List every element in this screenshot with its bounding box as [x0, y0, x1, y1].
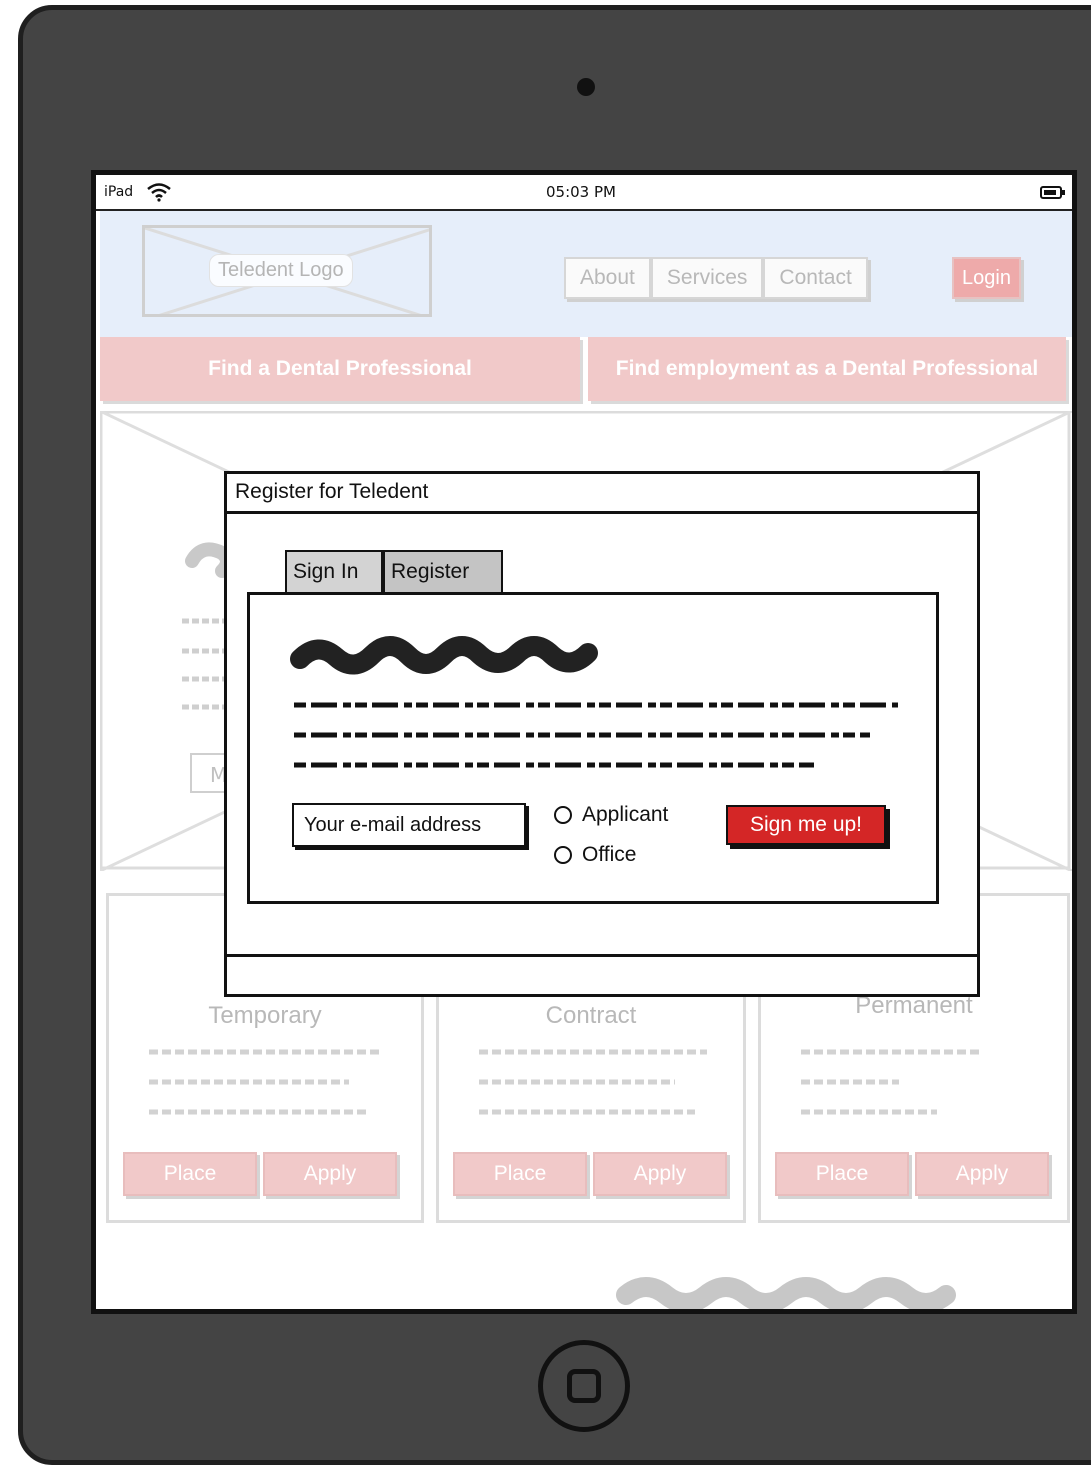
apply-button[interactable]: Apply	[915, 1152, 1049, 1196]
home-square-icon	[567, 1369, 601, 1403]
tab-sign-in-label: Sign In	[293, 560, 359, 583]
apply-button[interactable]: Apply	[263, 1152, 397, 1196]
modal-title: Register for Teledent	[227, 474, 977, 514]
nav-services[interactable]: Services	[650, 257, 764, 299]
card-text-lines	[479, 1049, 707, 1115]
scribbled-text-block	[290, 636, 898, 768]
place-button[interactable]: Place	[775, 1152, 909, 1196]
find-employment-button[interactable]: Find employment as a Dental Professional	[588, 337, 1066, 401]
card-actions: Place Apply	[123, 1152, 397, 1196]
radio-applicant[interactable]: Applicant	[554, 803, 668, 827]
status-bar: iPad 05:03 PM	[96, 175, 1072, 211]
footer-scribble	[616, 1277, 956, 1309]
radio-office[interactable]: Office	[554, 843, 636, 867]
ipad-frame: iPad 05:03 PM Teledent Logo About Servic…	[18, 5, 1091, 1465]
radio-office-circle[interactable]	[554, 846, 572, 864]
modal-footer	[227, 954, 977, 994]
ipad-screen: iPad 05:03 PM Teledent Logo About Servic…	[91, 170, 1077, 1314]
tab-register-label: Register	[391, 560, 470, 583]
card-text-lines	[801, 1049, 983, 1115]
card-text-lines	[149, 1049, 381, 1115]
nav-contact[interactable]: Contact	[763, 257, 868, 299]
card-title: Contract	[545, 1002, 637, 1029]
radio-applicant-circle[interactable]	[554, 806, 572, 824]
logo-placeholder: Teledent Logo	[142, 225, 432, 317]
card-title: Temporary	[208, 1002, 322, 1029]
radio-office-label: Office	[582, 843, 637, 866]
place-button[interactable]: Place	[453, 1152, 587, 1196]
email-field[interactable]	[292, 803, 526, 847]
home-button[interactable]	[538, 1340, 630, 1432]
tab-register[interactable]: Register	[383, 550, 503, 592]
register-panel: Applicant Office Sign me up!	[247, 592, 939, 904]
battery-icon	[1040, 186, 1065, 199]
status-clock: 05:03 PM	[546, 183, 616, 201]
camera-icon	[577, 78, 595, 96]
status-device-label: iPad	[104, 184, 134, 200]
logo-text: Teledent Logo	[209, 254, 353, 287]
register-modal: Register for Teledent Sign In Register A…	[224, 471, 980, 997]
sign-up-button[interactable]: Sign me up!	[726, 805, 886, 845]
nav-about[interactable]: About	[564, 257, 651, 299]
apply-button[interactable]: Apply	[593, 1152, 727, 1196]
wifi-icon	[147, 183, 171, 202]
card-actions: Place Apply	[775, 1152, 1049, 1196]
main-nav: About Services Contact	[564, 257, 868, 299]
find-professional-button[interactable]: Find a Dental Professional	[100, 337, 580, 401]
radio-applicant-label: Applicant	[582, 803, 669, 826]
site-header: Teledent Logo About Services Contact Log…	[100, 211, 1072, 337]
card-actions: Place Apply	[453, 1152, 727, 1196]
login-button[interactable]: Login	[952, 257, 1021, 299]
place-button[interactable]: Place	[123, 1152, 257, 1196]
tab-sign-in[interactable]: Sign In	[285, 550, 383, 592]
